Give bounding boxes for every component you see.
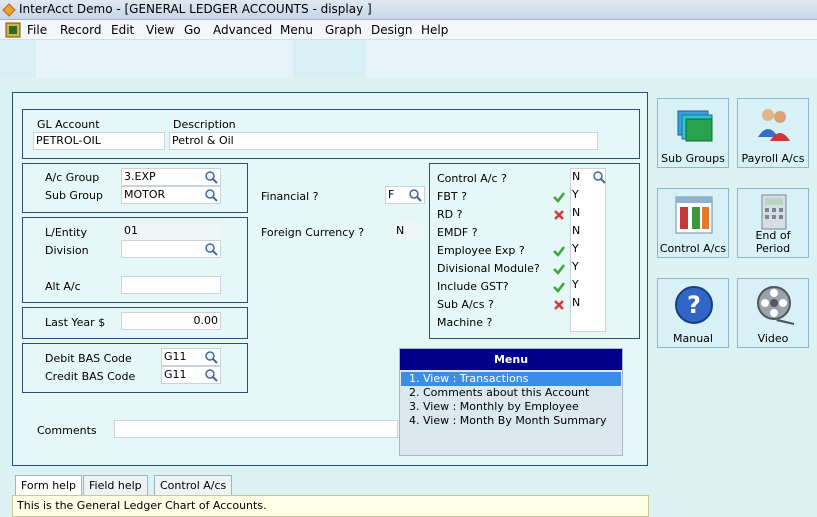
menu-record[interactable]: Record xyxy=(60,23,101,37)
gl-account-field[interactable]: PETROL-OIL xyxy=(33,132,165,150)
gl-account-label: GL Account xyxy=(37,118,100,131)
last-year-field[interactable]: 0.00 xyxy=(121,312,221,330)
sub-group-label: Sub Group xyxy=(45,189,103,202)
help-text: This is the General Ledger Chart of Acco… xyxy=(12,495,649,517)
calculator-icon xyxy=(761,194,787,230)
flag-value-emdf[interactable]: N xyxy=(572,224,580,237)
end-of-period-button[interactable]: End of Period xyxy=(737,188,809,258)
menu-item-monthly-by-employee[interactable]: 3. View : Monthly by Employee xyxy=(401,400,621,414)
payroll-acs-button[interactable]: Payroll A/cs xyxy=(737,98,809,168)
tab-form-help[interactable]: Form help xyxy=(15,475,82,495)
flag-label-machine: Machine ? xyxy=(437,316,493,329)
flag-value-fbt[interactable]: Y xyxy=(572,188,579,201)
comments-label: Comments xyxy=(37,424,97,437)
flag-value-divisional-module[interactable]: Y xyxy=(572,260,579,273)
flag-value-sub-acs[interactable]: N xyxy=(572,296,580,309)
lentity-field[interactable]: 01 xyxy=(121,222,221,240)
menu-item-comments[interactable]: 2. Comments about this Account xyxy=(401,386,621,400)
debit-bas-label: Debit BAS Code xyxy=(45,352,132,365)
tab-control-acs[interactable]: Control A/cs xyxy=(154,475,233,495)
people-icon xyxy=(758,109,790,141)
check-icon xyxy=(553,282,565,293)
check-icon xyxy=(553,192,565,203)
comments-field[interactable] xyxy=(114,420,398,438)
folders-icon xyxy=(677,110,713,142)
check-icon xyxy=(553,264,565,275)
foreign-currency-label: Foreign Currency ? xyxy=(261,226,365,239)
tab-field-help[interactable]: Field help xyxy=(83,475,148,495)
help-icon: ? xyxy=(675,286,713,324)
sub-groups-button[interactable]: Sub Groups xyxy=(657,98,729,168)
lentity-label: L/Entity xyxy=(45,226,87,239)
flag-label-emdf: EMDF ? xyxy=(437,226,478,239)
financial-lookup-icon[interactable] xyxy=(408,188,422,202)
video-button[interactable]: Video xyxy=(737,278,809,348)
menu-file[interactable]: File xyxy=(27,23,47,37)
manual-button[interactable]: ? Manual xyxy=(657,278,729,348)
menu-menu[interactable]: Menu xyxy=(280,23,313,37)
debit-bas-lookup-icon[interactable] xyxy=(204,350,218,364)
flag-label-include-gst: Include GST? xyxy=(437,280,509,293)
payroll-acs-label: Payroll A/cs xyxy=(741,152,805,165)
description-label: Description xyxy=(173,118,236,131)
toolbar xyxy=(0,40,817,78)
credit-bas-lookup-icon[interactable] xyxy=(204,368,218,382)
flag-label-fbt: FBT ? xyxy=(437,190,467,203)
control-ac-lookup-icon[interactable] xyxy=(592,170,606,184)
cross-icon xyxy=(554,300,564,310)
flag-label-divisional-module: Divisional Module? xyxy=(437,262,540,275)
film-reel-icon xyxy=(757,286,794,325)
menu-go[interactable]: Go xyxy=(184,23,201,37)
division-lookup-icon[interactable] xyxy=(204,242,218,256)
menu-bar: File Record Edit View Go Advanced Menu G… xyxy=(0,20,817,40)
flag-value-employee-exp[interactable]: Y xyxy=(572,242,579,255)
menu-edit[interactable]: Edit xyxy=(111,23,134,37)
check-icon xyxy=(553,246,565,257)
window-title: InterAcct Demo - [GENERAL LEDGER ACCOUNT… xyxy=(19,2,372,16)
menu-panel-title: Menu xyxy=(400,349,622,370)
svg-text:?: ? xyxy=(687,291,701,319)
menu-graph[interactable]: Graph xyxy=(325,23,362,37)
flag-label-rd: RD ? xyxy=(437,208,463,221)
menu-panel: Menu 1. View : Transactions 2. Comments … xyxy=(399,348,623,456)
document-menu-icon[interactable] xyxy=(5,22,21,38)
spreadsheet-icon xyxy=(675,196,713,234)
control-acs-label: Control A/cs xyxy=(659,242,727,255)
last-year-label: Last Year $ xyxy=(45,316,106,329)
app-icon xyxy=(2,3,16,17)
flag-label-control-ac: Control A/c ? xyxy=(437,172,507,185)
menu-item-view-transactions[interactable]: 1. View : Transactions xyxy=(401,372,621,386)
ac-group-label: A/c Group xyxy=(45,171,100,184)
flag-label-employee-exp: Employee Exp ? xyxy=(437,244,525,257)
credit-bas-label: Credit BAS Code xyxy=(45,370,136,383)
sub-group-lookup-icon[interactable] xyxy=(204,188,218,202)
flag-value-include-gst[interactable]: Y xyxy=(572,278,579,291)
alt-ac-label: Alt A/c xyxy=(45,280,81,293)
control-acs-button[interactable]: Control A/cs xyxy=(657,188,729,258)
financial-label: Financial ? xyxy=(261,190,319,203)
flag-value-control-ac[interactable]: N xyxy=(572,170,580,183)
title-bar: InterAcct Demo - [GENERAL LEDGER ACCOUNT… xyxy=(0,0,817,20)
menu-view[interactable]: View xyxy=(146,23,174,37)
menu-advanced[interactable]: Advanced xyxy=(213,23,272,37)
foreign-currency-field[interactable]: N xyxy=(393,222,423,240)
flag-value-rd[interactable]: N xyxy=(572,206,580,219)
menu-help[interactable]: Help xyxy=(421,23,448,37)
flag-label-sub-acs: Sub A/cs ? xyxy=(437,298,494,311)
ac-group-lookup-icon[interactable] xyxy=(204,170,218,184)
alt-ac-field[interactable] xyxy=(121,276,221,294)
division-label: Division xyxy=(45,244,89,257)
description-field[interactable]: Petrol & Oil xyxy=(169,132,598,150)
sub-groups-label: Sub Groups xyxy=(661,152,725,165)
video-label: Video xyxy=(757,332,789,345)
end-of-period-label: End of Period xyxy=(755,229,791,255)
menu-item-month-by-month[interactable]: 4. View : Month By Month Summary xyxy=(401,414,621,428)
menu-design[interactable]: Design xyxy=(371,23,412,37)
manual-label: Manual xyxy=(673,332,713,345)
cross-icon xyxy=(554,210,564,220)
